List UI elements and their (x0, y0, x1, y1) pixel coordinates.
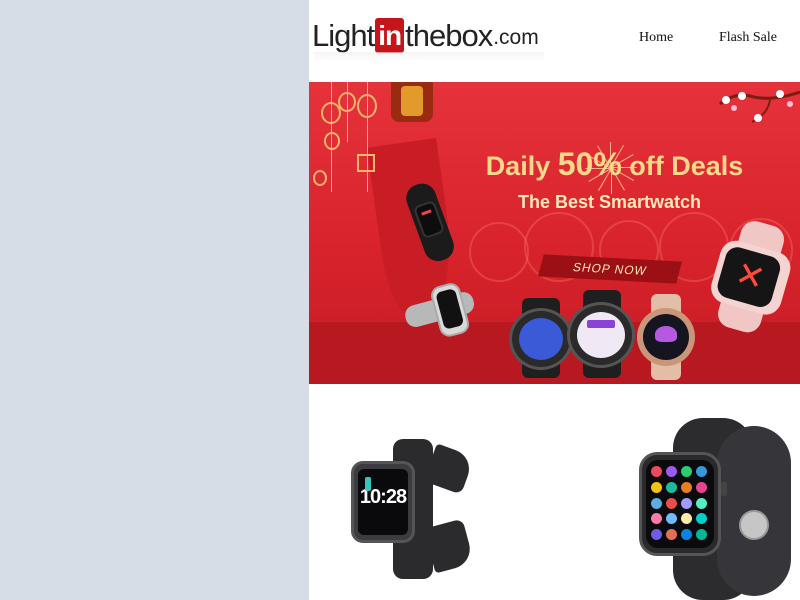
nav-home-link[interactable]: Home (639, 30, 673, 46)
logo-reflection (314, 52, 544, 62)
headline-percent: 50% (557, 146, 622, 182)
headline-pre: Daily (485, 151, 558, 181)
logo-in: in (375, 18, 405, 53)
banner-headline: Daily 50% off Deals (309, 146, 800, 183)
plum-blossom-branch-icon (719, 90, 800, 123)
lantern-string (347, 82, 348, 142)
battery-icon (365, 477, 371, 491)
watch-crown-icon (721, 482, 727, 496)
hanging-lantern-icon (391, 82, 433, 122)
app-grid (651, 466, 709, 542)
wave-pattern (469, 222, 529, 282)
promo-banner[interactable]: Daily 50% off Deals The Best Smartwatch … (309, 82, 800, 384)
site-logo[interactable]: Light in thebox .com (312, 18, 539, 53)
round-smartwatch-icon (565, 290, 639, 378)
rose-gold-watch-icon (635, 294, 697, 380)
logo-light: Light (312, 18, 375, 53)
lantern-icon (338, 92, 356, 112)
logo-thebox: thebox (405, 18, 493, 53)
product-card-apple-style-watch[interactable] (635, 418, 795, 600)
product-grid: 10:28 (309, 384, 800, 600)
product-card-fitness-watch[interactable]: 10:28 (349, 439, 475, 579)
headline-post: off Deals (621, 151, 744, 181)
watch-clasp-icon (739, 510, 769, 540)
site-header: Light in thebox .com Home Flash Sale (309, 0, 800, 82)
page-main: Light in thebox .com Home Flash Sale Dai… (309, 0, 800, 600)
logo-com: .com (493, 26, 539, 49)
banner-subline: The Best Smartwatch (517, 192, 702, 212)
left-blank-pane (0, 0, 309, 600)
lantern-icon (357, 94, 377, 118)
nav-flash-sale-link[interactable]: Flash Sale (719, 30, 777, 46)
